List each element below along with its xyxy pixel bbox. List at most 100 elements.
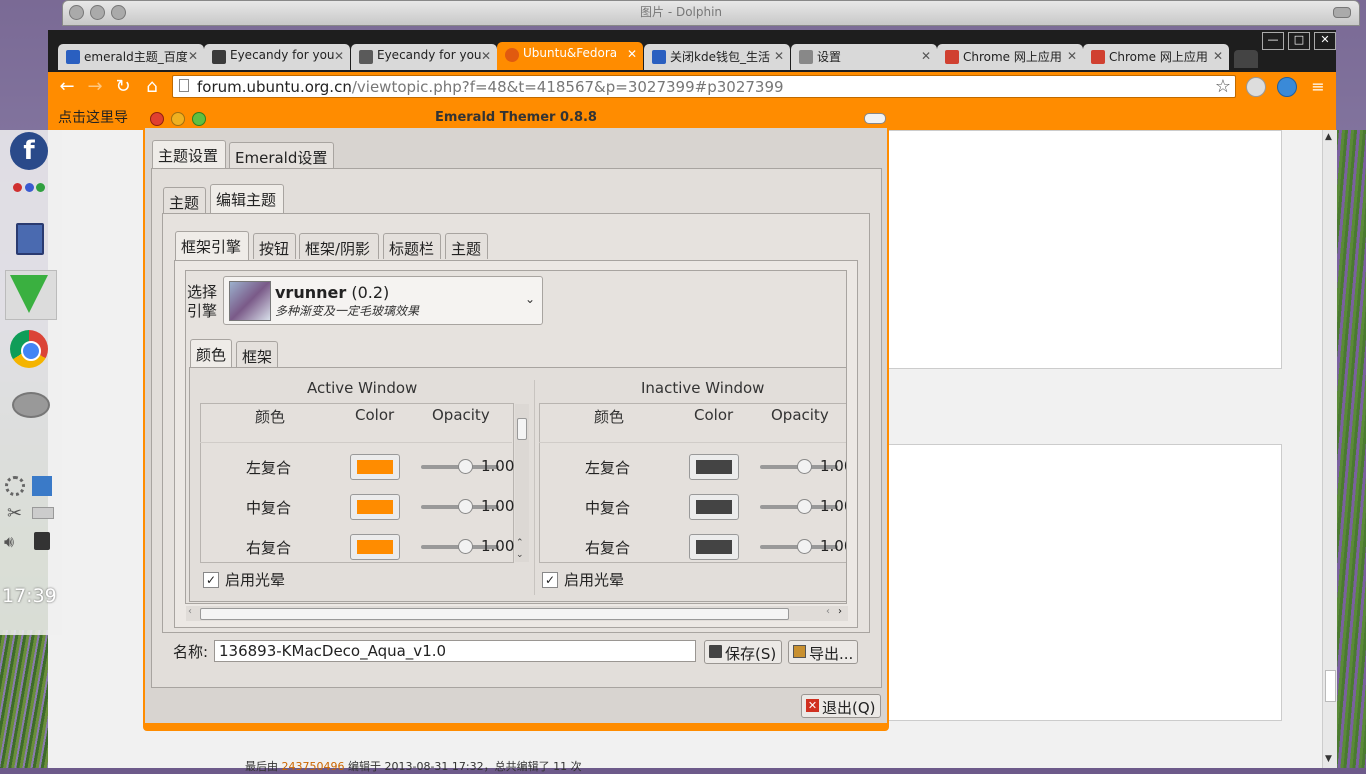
browser-tab-2[interactable]: Eyecandy for you ✕ xyxy=(351,44,497,70)
extension-globe-icon[interactable] xyxy=(1246,77,1266,97)
home-icon[interactable]: ⌂ xyxy=(139,74,165,100)
tab-frame[interactable]: 框架 xyxy=(236,341,278,367)
dot-green-icon[interactable] xyxy=(36,183,45,192)
dialog-maximize-icon[interactable] xyxy=(192,112,206,126)
browser-tab-0[interactable]: emerald主题_百度 ✕ xyxy=(58,44,204,70)
edit-note-user-link[interactable]: 243750496 xyxy=(282,760,345,773)
file-manager-icon[interactable] xyxy=(16,223,44,255)
tab-close-icon[interactable]: ✕ xyxy=(774,49,784,63)
page-icon xyxy=(179,79,189,92)
tab-theme[interactable]: 主题 xyxy=(445,233,488,259)
bg-close-icon[interactable] xyxy=(69,5,84,20)
address-bar[interactable]: forum.ubuntu.org.cn/viewtopic.php?f=48&t… xyxy=(172,75,1236,98)
scroll-left-icon[interactable]: ‹ xyxy=(826,606,830,617)
save-button[interactable]: 保存(S) xyxy=(704,640,782,664)
bg-minimize-icon[interactable] xyxy=(90,5,105,20)
reload-icon[interactable]: ↻ xyxy=(110,74,136,100)
tab-close-icon[interactable]: ✕ xyxy=(334,49,344,63)
browser-tab-1[interactable]: Eyecandy for you ✕ xyxy=(204,44,350,70)
tab-edit-theme[interactable]: 编辑主题 xyxy=(210,184,284,213)
tab-close-icon[interactable]: ✕ xyxy=(1067,49,1077,63)
active-right-color-button[interactable] xyxy=(350,534,400,560)
active-mid-opacity-knob[interactable] xyxy=(458,499,473,514)
scissors-icon[interactable]: ✂ xyxy=(7,503,22,524)
inactive-left-color-button[interactable] xyxy=(689,454,739,480)
active-left-color-button[interactable] xyxy=(350,454,400,480)
new-tab-button[interactable] xyxy=(1234,50,1258,68)
tab-close-icon[interactable]: ✕ xyxy=(188,49,198,63)
minimize-button[interactable]: — xyxy=(1262,32,1284,50)
active-list-divider xyxy=(200,442,512,443)
dialog-shade-icon[interactable] xyxy=(864,113,886,124)
edit-note-prefix: 最后由 xyxy=(245,760,278,773)
active-glow-checkbox[interactable]: ✓ xyxy=(203,572,219,588)
inactive-right-color-button[interactable] xyxy=(689,534,739,560)
maximize-button[interactable]: □ xyxy=(1288,32,1310,50)
active-scroll-thumb[interactable] xyxy=(517,418,527,440)
inactive-mid-opacity-knob[interactable] xyxy=(797,499,812,514)
tab-theme-settings[interactable]: 主题设置 xyxy=(152,140,226,168)
browser-tab-3-active[interactable]: Ubuntu&Fedora ✕ xyxy=(497,42,643,70)
back-arrow-icon[interactable]: ← xyxy=(54,74,80,100)
inactive-right-opacity-knob[interactable] xyxy=(797,539,812,554)
fedora-icon[interactable]: f xyxy=(10,132,48,170)
scroll-right-icon[interactable]: › xyxy=(838,606,842,617)
browser-tab-4[interactable]: 关闭kde钱包_生活 ✕ xyxy=(644,44,790,70)
scroll-up-icon[interactable]: ▲ xyxy=(1325,132,1332,142)
keyboard-icon[interactable] xyxy=(32,507,54,519)
hscroll-thumb[interactable] xyxy=(200,608,789,620)
active-right-opacity-knob[interactable] xyxy=(458,539,473,554)
quit-button[interactable]: ✕ 退出(Q) xyxy=(801,694,881,718)
bg-maximize-icon[interactable] xyxy=(111,5,126,20)
volume-icon[interactable]: 🔊︎ xyxy=(4,532,14,552)
eye-icon[interactable] xyxy=(12,392,50,418)
tab-close-icon[interactable]: ✕ xyxy=(481,49,491,63)
scroll-down-icon[interactable]: ▼ xyxy=(1325,754,1332,764)
tab-close-icon[interactable]: ✕ xyxy=(627,47,637,61)
scroll-down-icon[interactable]: ⌄ xyxy=(516,550,524,560)
page-scrollbar[interactable]: ▲ ▼ xyxy=(1322,130,1337,768)
scroll-left-icon[interactable]: ‹ xyxy=(188,606,192,617)
active-left-opacity-knob[interactable] xyxy=(458,459,473,474)
extension-gear-icon[interactable] xyxy=(1277,77,1297,97)
inactive-mid-color-button[interactable] xyxy=(689,494,739,520)
inactive-left-opacity-knob[interactable] xyxy=(797,459,812,474)
browser-tab-7[interactable]: Chrome 网上应用 ✕ xyxy=(1083,44,1229,70)
theme-name-input[interactable]: 136893-KMacDeco_Aqua_v1.0 xyxy=(214,640,696,662)
inactive-glow-checkbox[interactable]: ✓ xyxy=(542,572,558,588)
tab-buttons[interactable]: 按钮 xyxy=(253,233,296,259)
export-button[interactable]: 导出... xyxy=(788,640,858,664)
tab-colors[interactable]: 颜色 xyxy=(190,339,232,368)
browser-tab-6[interactable]: Chrome 网上应用 ✕ xyxy=(937,44,1083,70)
active-right-opacity-value: 1.00 xyxy=(481,537,515,555)
dialog-minimize-icon[interactable] xyxy=(171,112,185,126)
active-mid-color-button[interactable] xyxy=(350,494,400,520)
scroll-up-icon[interactable]: ⌃ xyxy=(516,538,524,548)
emerald-gem-icon[interactable] xyxy=(10,275,48,313)
settings-gear-icon[interactable] xyxy=(5,476,25,496)
scroll-thumb[interactable] xyxy=(1325,670,1336,702)
tab-titlebar[interactable]: 标题栏 xyxy=(383,233,441,259)
browser-tab-5[interactable]: 设置 ✕ xyxy=(791,44,937,70)
star-icon[interactable]: ☆ xyxy=(1215,76,1231,97)
active-list-scrollbar[interactable]: ⌃ ⌄ xyxy=(515,404,529,562)
screen-icon[interactable] xyxy=(32,476,52,496)
tab-emerald-settings[interactable]: Emerald设置 xyxy=(229,142,334,168)
bg-shade-icon[interactable] xyxy=(1333,7,1351,18)
forward-arrow-icon[interactable]: → xyxy=(82,74,108,100)
chrome-icon[interactable] xyxy=(10,330,48,368)
infobar-link[interactable]: 点击这里导 xyxy=(58,107,128,127)
tab-frame-engine[interactable]: 框架引擎 xyxy=(175,231,249,260)
colors-hscrollbar[interactable]: ‹ ‹ › xyxy=(186,606,848,621)
tab-close-icon[interactable]: ✕ xyxy=(921,49,931,63)
tab-themes[interactable]: 主题 xyxy=(163,187,206,213)
dot-blue-icon[interactable] xyxy=(25,183,34,192)
dialog-close-icon[interactable] xyxy=(150,112,164,126)
close-button[interactable]: ✕ xyxy=(1314,32,1336,50)
menu-icon[interactable]: ≡ xyxy=(1305,74,1331,100)
tab-close-icon[interactable]: ✕ xyxy=(1213,49,1223,63)
tab-frame-shadow[interactable]: 框架/阴影 xyxy=(299,233,379,259)
dot-red-icon[interactable] xyxy=(13,183,22,192)
battery-icon[interactable] xyxy=(34,532,50,550)
chevron-down-icon[interactable]: ⌄ xyxy=(525,292,535,306)
